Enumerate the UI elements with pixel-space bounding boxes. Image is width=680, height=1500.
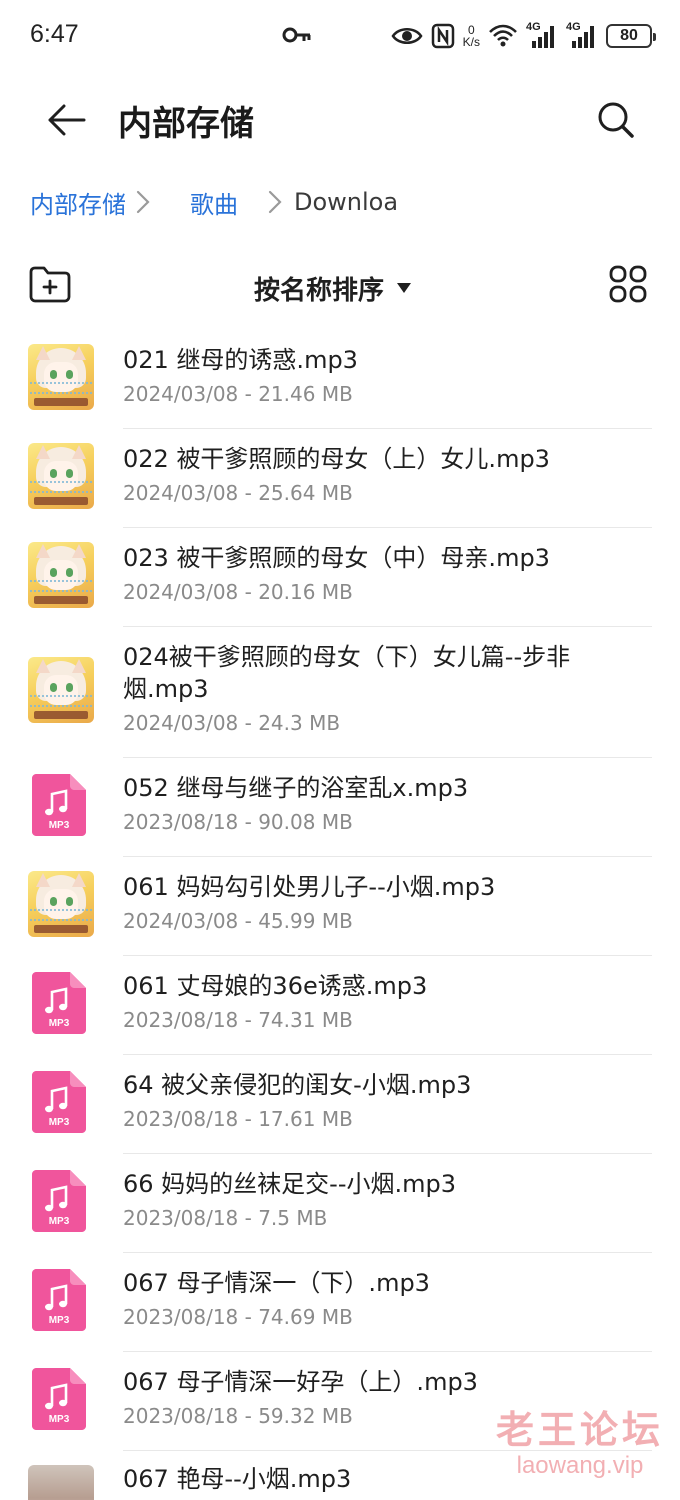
photo-thumbnail: [28, 1465, 94, 1500]
file-name: 067 母子情深一好孕（上）.mp3: [123, 1368, 478, 1396]
watermark-cn: 老王论坛: [495, 1408, 664, 1452]
svg-text:MP3: MP3: [49, 1117, 70, 1128]
file-info: 022 被干爹照顾的母女（上）女儿.mp3 2024/03/08 - 25.64 …: [123, 443, 652, 507]
grid-icon: [609, 265, 647, 303]
page-title: 内部存储: [118, 104, 254, 144]
nfc-icon: [431, 23, 454, 49]
mp3-file-icon: MP3: [28, 970, 94, 1036]
file-meta: 2024/03/08 - 24.3 MB: [123, 711, 341, 735]
grid-view-button[interactable]: [608, 264, 652, 308]
file-info: 052 继母与继子的浴室乱x.mp3 2023/08/18 - 90.08 MB: [123, 772, 652, 836]
new-folder-button[interactable]: [28, 264, 74, 310]
file-list: 021 继母的诱惑.mp3 2024/03/08 - 21.46 MB 022 被干…: [0, 330, 680, 1500]
file-list-item[interactable]: MP3 067 母子情深一（下）.mp3 2023/08/18 - 74.69 MB: [0, 1253, 680, 1352]
breadcrumb-item-current[interactable]: Downloa: [294, 188, 398, 216]
signal-bars-icon: [532, 26, 554, 48]
svg-text:MP3: MP3: [49, 1414, 70, 1425]
album-art-thumbnail: [28, 542, 94, 608]
eye-icon: [391, 28, 423, 44]
chevron-right-icon: [268, 190, 282, 214]
status-bar: 6:47 0 K/s 4G 4G 80: [0, 0, 680, 72]
wifi-icon: [489, 24, 517, 47]
key-icon: [282, 27, 311, 43]
file-list-item[interactable]: MP3 052 继母与继子的浴室乱x.mp3 2023/08/18 - 90.08 …: [0, 758, 680, 857]
file-list-item[interactable]: 022 被干爹照顾的母女（上）女儿.mp3 2024/03/08 - 25.64 …: [0, 429, 680, 528]
breadcrumb: 内部存储 歌曲 Downloa: [30, 182, 398, 222]
file-name: 024被干爹照顾的母女（下）女儿篇--步非烟.mp3: [123, 643, 571, 703]
file-meta: 2024/03/08 - 21.46 MB: [123, 382, 353, 406]
file-list-item[interactable]: 024被干爹照顾的母女（下）女儿篇--步非烟.mp3 2024/03/08 - 2…: [0, 627, 680, 758]
file-info: 024被干爹照顾的母女（下）女儿篇--步非烟.mp3 2024/03/08 - 2…: [123, 641, 652, 737]
file-list-item[interactable]: MP3 66 妈妈的丝袜足交--小烟.mp3 2023/08/18 - 7.5 MB: [0, 1154, 680, 1253]
file-name: 067 母子情深一（下）.mp3: [123, 1269, 430, 1297]
arrow-left-icon: [48, 104, 86, 136]
file-name: 023 被干爹照顾的母女（中）母亲.mp3: [123, 544, 550, 572]
album-art-thumbnail: [28, 443, 94, 509]
file-name: 052 继母与继子的浴室乱x.mp3: [123, 774, 469, 802]
file-name: 061 丈母娘的36e诱惑.mp3: [123, 972, 428, 1000]
file-list-item[interactable]: MP3 64 被父亲侵犯的闺女-小烟.mp3 2023/08/18 - 17.61 …: [0, 1055, 680, 1154]
file-name: 022 被干爹照顾的母女（上）女儿.mp3: [123, 445, 550, 473]
file-name: 061 妈妈勾引处男儿子--小烟.mp3: [123, 873, 496, 901]
title-bar: 内部存储: [0, 72, 680, 168]
status-indicators: 0 K/s 4G 4G 80: [391, 18, 656, 54]
mp3-file-icon: MP3: [28, 1267, 94, 1333]
file-meta: 2024/03/08 - 25.64 MB: [123, 481, 353, 505]
mp3-file-icon: MP3: [28, 1366, 94, 1432]
file-name: 64 被父亲侵犯的闺女-小烟.mp3: [123, 1071, 472, 1099]
file-name: 021 继母的诱惑.mp3: [123, 346, 358, 374]
album-art-thumbnail: [28, 344, 94, 410]
status-time: 6:47: [30, 20, 79, 48]
file-info: 061 妈妈勾引处男儿子--小烟.mp3 2024/03/08 - 45.99 M…: [123, 871, 652, 935]
search-icon: [598, 102, 634, 138]
svg-text:MP3: MP3: [49, 1216, 70, 1227]
svg-text:MP3: MP3: [49, 1315, 70, 1326]
sort-dropdown[interactable]: 按名称排序: [254, 266, 412, 310]
caret-down-icon: [397, 283, 412, 293]
album-art-thumbnail: [28, 871, 94, 937]
file-list-item[interactable]: MP3 061 丈母娘的36e诱惑.mp3 2023/08/18 - 74.31 M…: [0, 956, 680, 1055]
signal-2: 4G: [566, 21, 598, 49]
toolbar: 按名称排序: [0, 256, 680, 320]
back-button[interactable]: [38, 92, 94, 148]
svg-text:MP3: MP3: [49, 1018, 70, 1029]
mp3-file-icon: MP3: [28, 1069, 94, 1135]
file-meta: 2024/03/08 - 45.99 MB: [123, 909, 353, 933]
file-meta: 2023/08/18 - 90.08 MB: [123, 810, 353, 834]
folder-add-icon: [29, 266, 71, 303]
site-watermark: 老王论坛 laowang.vip: [490, 1408, 670, 1480]
search-button[interactable]: [588, 92, 644, 148]
file-list-item[interactable]: 023 被干爹照顾的母女（中）母亲.mp3 2024/03/08 - 20.16 …: [0, 528, 680, 627]
file-info: 067 母子情深一（下）.mp3 2023/08/18 - 74.69 MB: [123, 1267, 652, 1331]
file-meta: 2023/08/18 - 17.61 MB: [123, 1107, 353, 1131]
file-info: 023 被干爹照顾的母女（中）母亲.mp3 2024/03/08 - 20.16 …: [123, 542, 652, 606]
breadcrumb-item-songs[interactable]: 歌曲: [190, 185, 238, 220]
file-info: 021 继母的诱惑.mp3 2024/03/08 - 21.46 MB: [123, 344, 652, 408]
file-meta: 2023/08/18 - 74.31 MB: [123, 1008, 353, 1032]
sort-label: 按名称排序: [254, 275, 385, 306]
battery-indicator: 80: [606, 24, 656, 48]
file-info: 061 丈母娘的36e诱惑.mp3 2023/08/18 - 74.31 MB: [123, 970, 652, 1034]
mp3-file-icon: MP3: [28, 772, 94, 838]
net-speed: 0 K/s: [463, 24, 480, 48]
file-meta: 2024/03/08 - 20.16 MB: [123, 580, 353, 604]
file-list-item[interactable]: 021 继母的诱惑.mp3 2024/03/08 - 21.46 MB: [0, 330, 680, 429]
signal-bars-icon: [572, 26, 594, 48]
signal-1: 4G: [526, 21, 558, 49]
file-info: 64 被父亲侵犯的闺女-小烟.mp3 2023/08/18 - 17.61 MB: [123, 1069, 652, 1133]
net-speed-unit: K/s: [462, 35, 480, 49]
watermark-en: laowang.vip: [516, 1452, 644, 1479]
chevron-right-icon: [136, 190, 150, 214]
mp3-file-icon: MP3: [28, 1168, 94, 1234]
breadcrumb-item-internal-storage[interactable]: 内部存储: [30, 185, 126, 220]
album-art-thumbnail: [28, 657, 94, 723]
file-name: 66 妈妈的丝袜足交--小烟.mp3: [123, 1170, 456, 1198]
file-meta: 2023/08/18 - 7.5 MB: [123, 1206, 328, 1230]
file-list-item[interactable]: 061 妈妈勾引处男儿子--小烟.mp3 2024/03/08 - 45.99 M…: [0, 857, 680, 956]
svg-text:MP3: MP3: [49, 820, 70, 831]
file-meta: 2023/08/18 - 74.69 MB: [123, 1305, 353, 1329]
file-info: 66 妈妈的丝袜足交--小烟.mp3 2023/08/18 - 7.5 MB: [123, 1168, 652, 1232]
